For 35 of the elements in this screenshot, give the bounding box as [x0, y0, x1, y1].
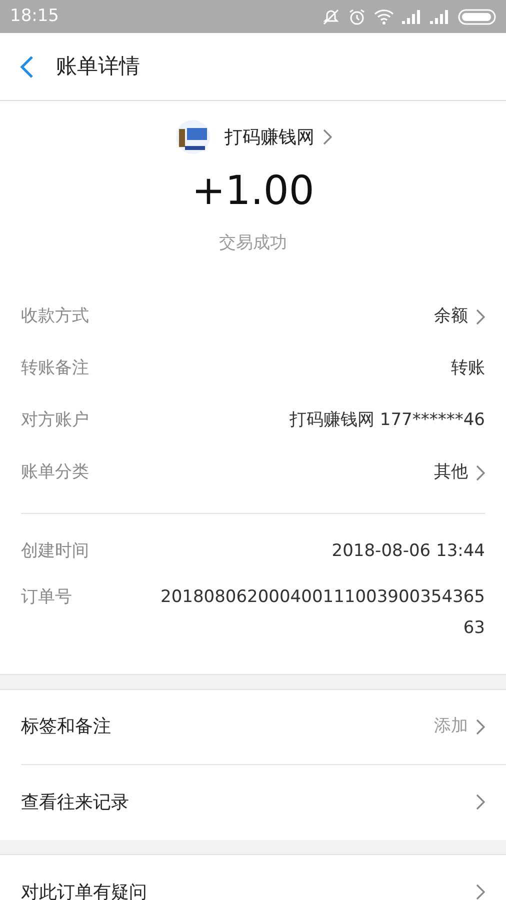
detail-label: 订单号: [21, 586, 72, 608]
detail-label: 对方账户: [21, 408, 89, 432]
chevron-icon: [322, 129, 332, 145]
detail-value[interactable]: 其他: [434, 460, 468, 486]
transaction-status: 交易成功: [218, 232, 288, 255]
action-row[interactable]: 查看往来记录: [21, 764, 506, 840]
chevron-icon: [476, 794, 485, 810]
action-label: 标签和备注: [21, 715, 111, 739]
wifi-icon: [374, 8, 394, 24]
status-time: 18:15: [10, 4, 59, 28]
detail-label: 收款方式: [21, 304, 89, 328]
battery-icon: [458, 8, 496, 24]
action-row[interactable]: 标签和备注 添加: [21, 690, 506, 764]
mute-icon: [322, 8, 340, 26]
signal-icon: [402, 10, 422, 24]
detail-value: 转账: [451, 356, 485, 380]
detail-value: 2018-08-06 13:44: [332, 540, 485, 563]
detail-value[interactable]: 余额: [434, 304, 468, 330]
action-label: 对此订单有疑问: [21, 880, 147, 900]
action-value: 添加: [434, 714, 468, 738]
signal-icon: [430, 10, 450, 24]
detail-value: 20180806200040011100390035436563: [160, 586, 485, 640]
chevron-icon: [476, 718, 485, 734]
chevron-icon: [476, 884, 485, 900]
amount: +1.00: [190, 171, 316, 211]
alarm-icon: [348, 8, 366, 26]
detail-label: 转账备注: [21, 356, 89, 380]
back-icon[interactable]: [20, 54, 34, 78]
merchant-name[interactable]: 打码赚钱网: [224, 124, 314, 150]
page-title: 账单详情: [56, 52, 140, 80]
detail-value: 打码赚钱网 177******46: [290, 408, 485, 432]
logo-icon[interactable]: [174, 119, 210, 155]
detail-label: 账单分类: [21, 460, 89, 484]
detail-label: 创建时间: [21, 540, 89, 563]
action-label: 查看往来记录: [21, 790, 129, 814]
